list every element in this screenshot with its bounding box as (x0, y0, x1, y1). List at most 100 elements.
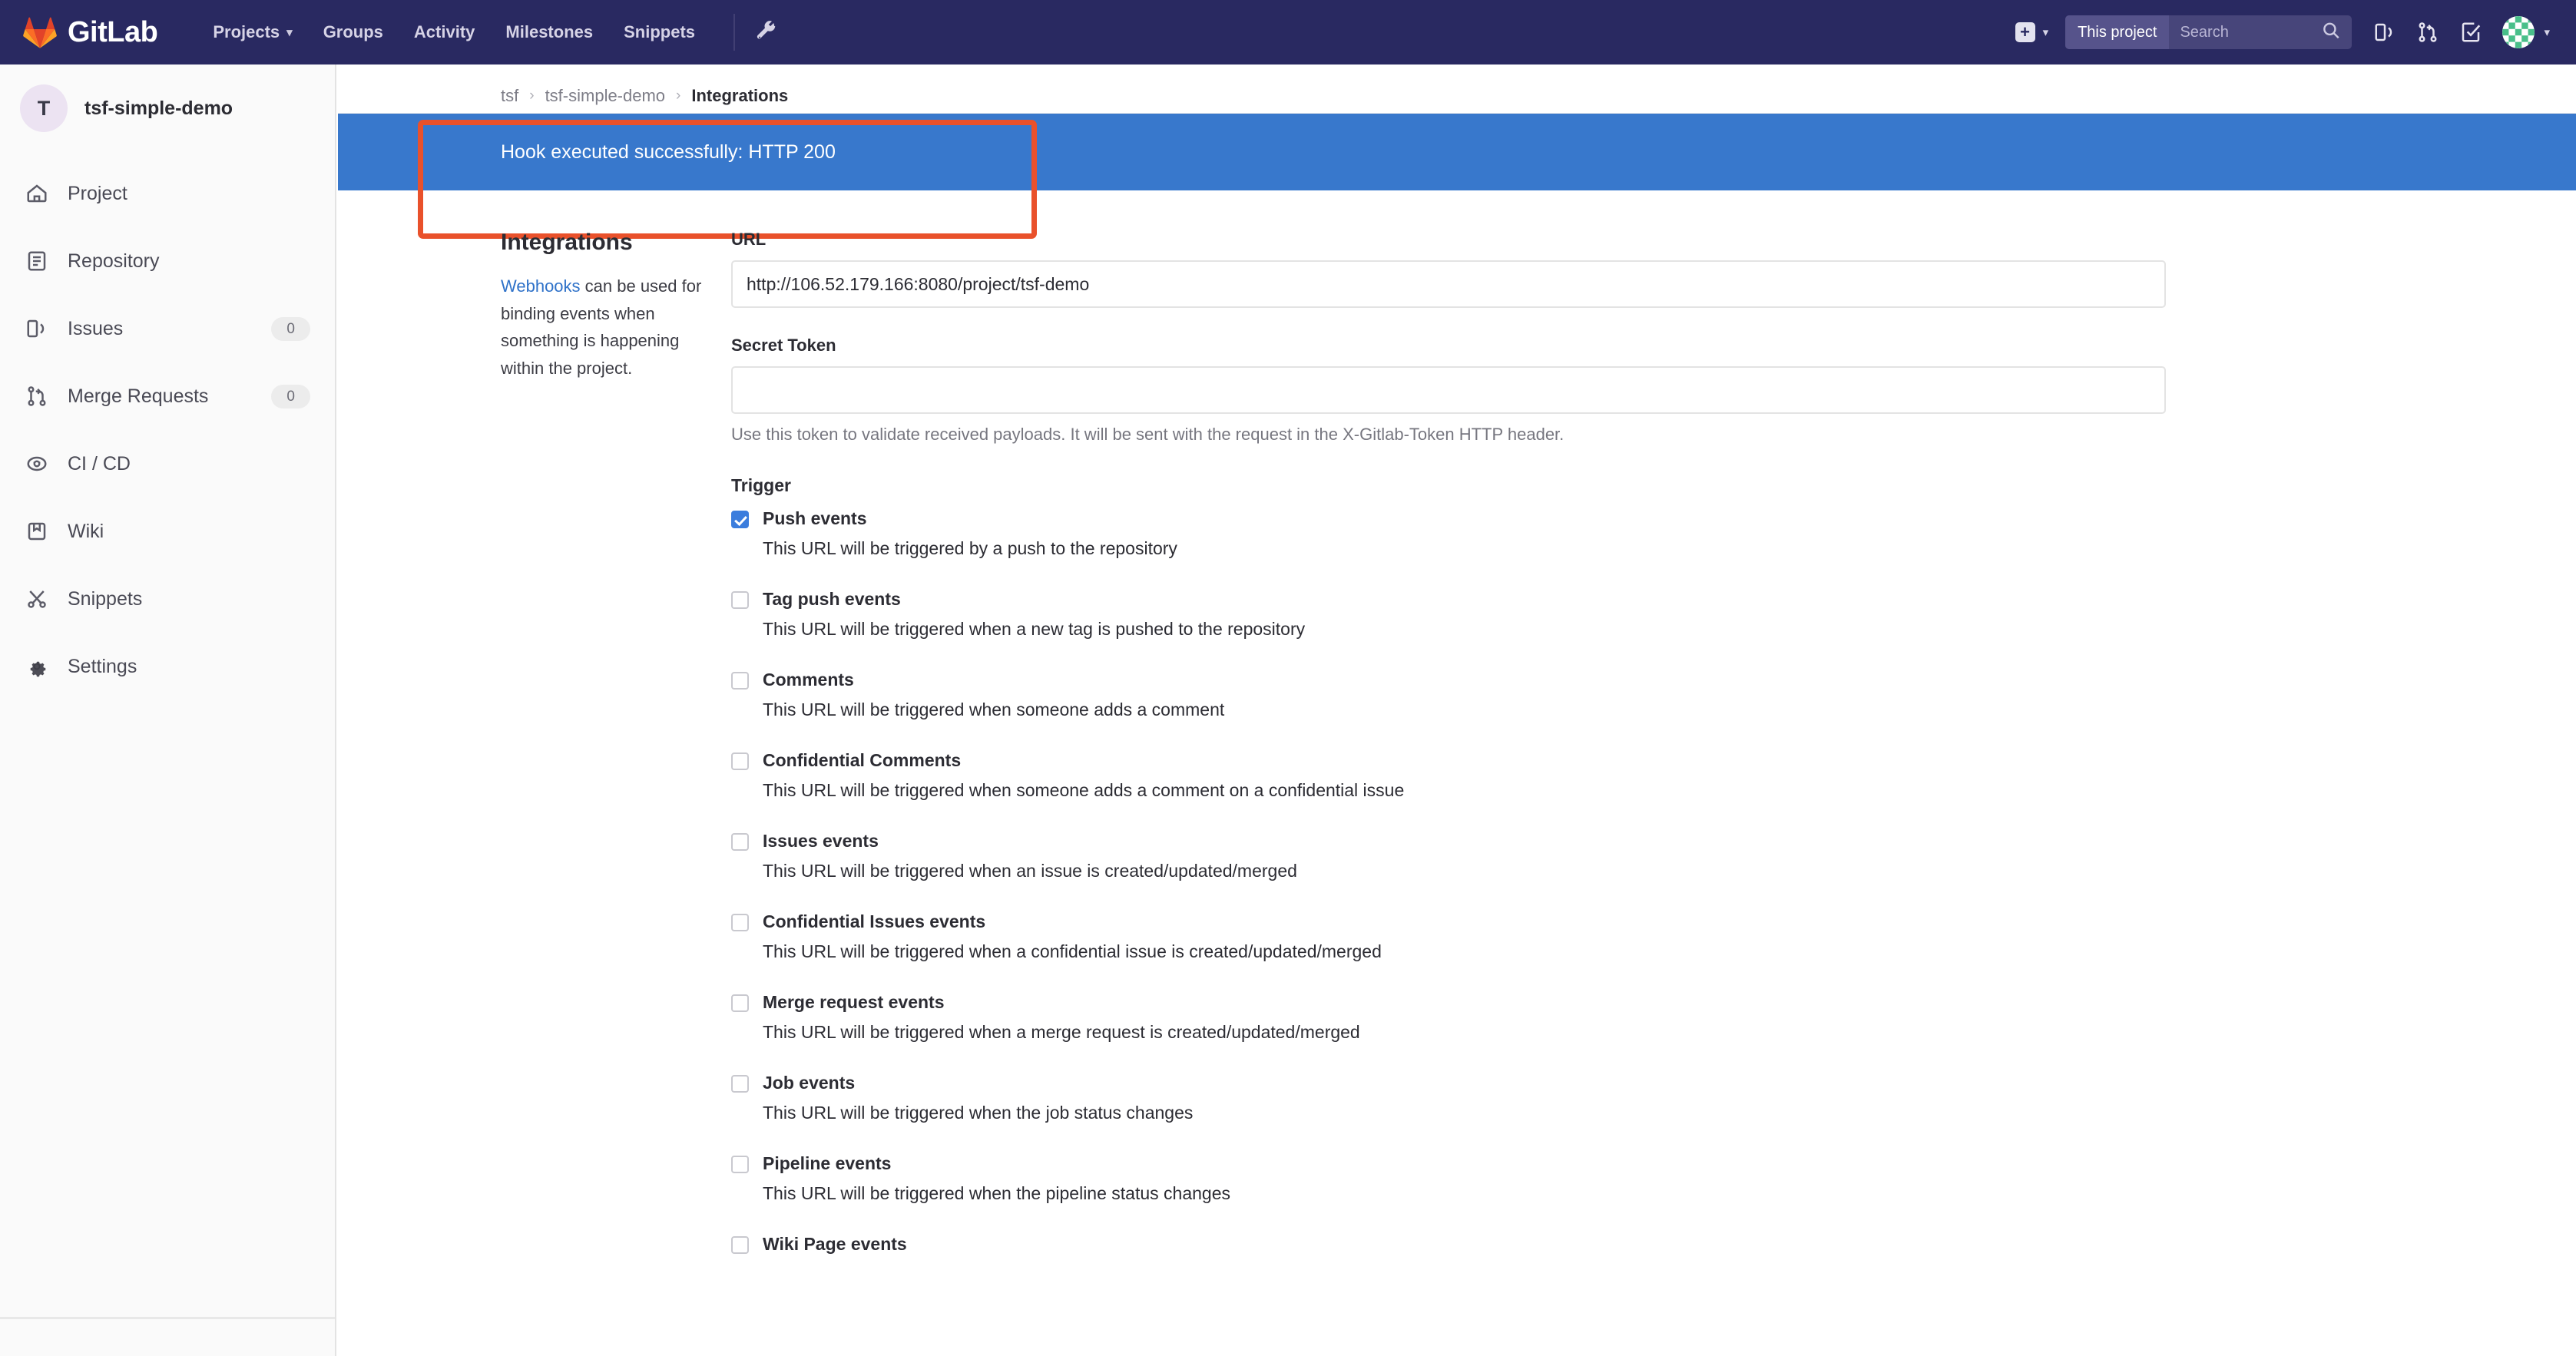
search-group: This project (2065, 15, 2353, 49)
chevron-right-icon: › (529, 88, 535, 104)
trigger-row-issues-events: Issues events This URL will be triggered… (731, 831, 2167, 881)
checkbox-wiki-page-events[interactable] (731, 1236, 749, 1254)
trigger-row-wiki-page-events: Wiki Page events (731, 1234, 2167, 1255)
trigger-label[interactable]: Issues events (763, 831, 879, 852)
search-scope-button[interactable]: This project (2065, 15, 2170, 49)
trigger-label[interactable]: Tag push events (763, 589, 901, 610)
trigger-section-title: Trigger (731, 475, 791, 495)
sidebar-item-ci-cd[interactable]: CI / CD (0, 430, 335, 498)
chevron-right-icon: › (676, 88, 681, 104)
merge-request-icon (23, 382, 51, 410)
trigger-label[interactable]: Merge request events (763, 992, 944, 1013)
checkbox-push-events[interactable] (731, 511, 749, 528)
sidebar-item-snippets[interactable]: Snippets (0, 565, 335, 633)
checkbox-issues-events[interactable] (731, 833, 749, 851)
book-icon (23, 518, 51, 545)
trigger-head: Wiki Page events (731, 1234, 2167, 1255)
navbar-links: Projects ▾ Groups Activity Milestones Sn… (197, 0, 778, 64)
new-item-button[interactable]: + ▾ (2015, 22, 2049, 42)
trigger-spacer (731, 889, 2167, 911)
checkbox-confidential-issues-events[interactable] (731, 914, 749, 931)
sidebar-item-label: Snippets (68, 587, 143, 610)
trigger-row-confidential-comments: Confidential Comments This URL will be t… (731, 750, 2167, 801)
issues-icon[interactable] (2373, 21, 2396, 44)
nav-link-milestones[interactable]: Milestones (490, 0, 608, 64)
sidebar-project-header[interactable]: T tsf-simple-demo (0, 64, 335, 152)
trigger-label[interactable]: Confidential Comments (763, 750, 961, 771)
webhook-fields-column: URL Secret Token Use this token to valid… (731, 230, 2167, 1262)
breadcrumb-item-project[interactable]: tsf-simple-demo (545, 86, 665, 106)
gitlab-wordmark: GitLab (68, 15, 158, 48)
sidebar-item-label: Merge Requests (68, 385, 209, 407)
search-input-wrap (2169, 15, 2353, 49)
sidebar-item-label: Repository (68, 250, 160, 272)
home-icon (23, 180, 51, 207)
sidebar-item-project[interactable]: Project (0, 160, 335, 227)
sidebar-item-repository[interactable]: Repository (0, 227, 335, 295)
trigger-head: Issues events (731, 831, 2167, 852)
trigger-label[interactable]: Confidential Issues events (763, 911, 985, 932)
trigger-description: This URL will be triggered when a new ta… (763, 619, 1306, 639)
trigger-label[interactable]: Push events (763, 508, 867, 529)
trigger-label[interactable]: Pipeline events (763, 1153, 891, 1174)
chevron-down-icon: ▾ (286, 26, 293, 39)
nav-link-activity[interactable]: Activity (399, 0, 490, 64)
document-icon (23, 247, 51, 275)
sidebar-item-merge-requests[interactable]: Merge Requests 0 (0, 362, 335, 430)
checkbox-comments[interactable] (731, 672, 749, 690)
breadcrumb: tsf › tsf-simple-demo › Integrations (338, 64, 2576, 106)
field-spacer (731, 308, 2167, 336)
top-navbar: GitLab Projects ▾ Groups Activity Milest… (0, 0, 2576, 64)
trigger-spacer (731, 809, 2167, 831)
trigger-row-comments: Comments This URL will be triggered when… (731, 670, 2167, 720)
trigger-description: This URL will be triggered when someone … (763, 780, 1405, 800)
merge-requests-icon[interactable] (2416, 21, 2439, 44)
trigger-label[interactable]: Job events (763, 1073, 855, 1093)
secret-token-help: Use this token to validate received payl… (731, 425, 1564, 444)
trigger-description: This URL will be triggered when a confid… (763, 941, 1382, 961)
trigger-description: This URL will be triggered when an issue… (763, 861, 1297, 881)
checkbox-job-events[interactable] (731, 1075, 749, 1093)
trigger-spacer (731, 970, 2167, 992)
sidebar-item-issues[interactable]: Issues 0 (0, 295, 335, 362)
trigger-description: This URL will be triggered when the job … (763, 1103, 1194, 1123)
plus-icon: + (2015, 22, 2035, 42)
secret-token-input[interactable] (731, 366, 2166, 414)
search-input[interactable] (2169, 15, 2353, 49)
trigger-row-confidential-issues-events: Confidential Issues events This URL will… (731, 911, 2167, 962)
trigger-label[interactable]: Wiki Page events (763, 1234, 907, 1255)
sidebar-item-settings[interactable]: Settings (0, 633, 335, 700)
wrench-icon[interactable] (755, 21, 778, 44)
trigger-head: Pipeline events (731, 1153, 2167, 1174)
sidebar-item-label: Settings (68, 655, 137, 677)
breadcrumb-item-group[interactable]: tsf (501, 86, 518, 106)
flash-alert-message: Hook executed successfully: HTTP 200 (501, 141, 836, 163)
nav-link-groups[interactable]: Groups (308, 0, 399, 64)
chevron-down-icon: ▾ (2042, 26, 2049, 39)
trigger-row-push-events: Push events This URL will be triggered b… (731, 508, 2167, 559)
checkbox-merge-request-events[interactable] (731, 994, 749, 1012)
trigger-head: Tag push events (731, 589, 2167, 610)
trigger-spacer (731, 728, 2167, 750)
user-menu-button[interactable]: ▾ (2502, 16, 2550, 48)
gear-icon (23, 653, 51, 680)
nav-link-projects[interactable]: Projects ▾ (197, 0, 307, 64)
todos-icon[interactable] (2459, 21, 2482, 44)
checkbox-confidential-comments[interactable] (731, 752, 749, 770)
webhooks-link[interactable]: Webhooks (501, 276, 581, 296)
sidebar-item-label: Wiki (68, 520, 104, 542)
gitlab-home-link[interactable]: GitLab (23, 15, 158, 49)
checkbox-pipeline-events[interactable] (731, 1156, 749, 1173)
trigger-row-job-events: Job events This URL will be triggered wh… (731, 1073, 2167, 1123)
project-name: tsf-simple-demo (84, 97, 233, 119)
nav-link-snippets[interactable]: Snippets (608, 0, 710, 64)
navbar-divider (733, 14, 736, 51)
sidebar-item-label: Issues (68, 317, 124, 339)
trigger-label[interactable]: Comments (763, 670, 854, 690)
checkbox-tag-push-events[interactable] (731, 591, 749, 609)
url-input[interactable] (731, 260, 2166, 308)
trigger-row-tag-push-events: Tag push events This URL will be trigger… (731, 589, 2167, 640)
page-title: Integrations (501, 230, 633, 255)
sidebar-item-wiki[interactable]: Wiki (0, 498, 335, 565)
merge-requests-count-badge: 0 (271, 384, 310, 408)
